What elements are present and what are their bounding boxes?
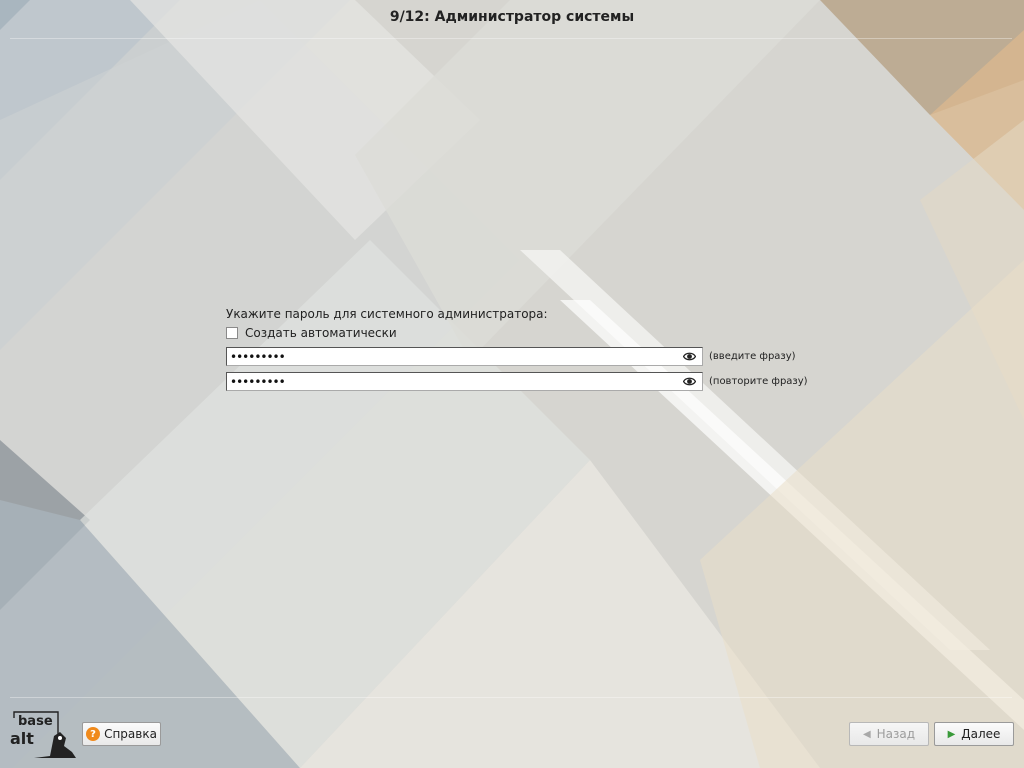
help-button-label: Справка bbox=[104, 727, 157, 741]
logo-text-alt: alt bbox=[10, 729, 34, 748]
password-hint: (введите фразу) bbox=[709, 351, 796, 362]
confirm-password-value: ••••••••• bbox=[230, 374, 286, 389]
page-title: 9/12: Администратор системы bbox=[389, 9, 635, 25]
eye-icon[interactable] bbox=[683, 351, 696, 362]
password-row: ••••••••• (введите фразу) bbox=[226, 347, 796, 366]
eye-icon[interactable] bbox=[683, 376, 696, 387]
help-icon: ? bbox=[86, 727, 101, 741]
next-button-label: Далее bbox=[961, 727, 1001, 741]
password-value: ••••••••• bbox=[230, 349, 286, 364]
auto-generate-checkbox[interactable] bbox=[226, 327, 238, 339]
confirm-password-hint: (повторите фразу) bbox=[709, 376, 808, 387]
logo-text-base: base bbox=[18, 714, 53, 729]
confirm-password-input[interactable]: ••••••••• bbox=[226, 372, 703, 391]
back-button-label: Назад bbox=[876, 727, 916, 741]
installer-screen: 9/12: Администратор системы Укажите паро… bbox=[0, 0, 1024, 768]
content-frame bbox=[10, 38, 1012, 698]
password-input[interactable]: ••••••••• bbox=[226, 347, 703, 366]
confirm-password-row: ••••••••• (повторите фразу) bbox=[226, 372, 808, 391]
chevron-right-icon: ▶ bbox=[947, 728, 956, 740]
next-button[interactable]: ▶ Далее bbox=[934, 722, 1014, 746]
chevron-left-icon: ◀ bbox=[862, 728, 871, 740]
basealt-logo: base alt bbox=[10, 711, 76, 758]
password-prompt-label: Укажите пароль для системного администра… bbox=[226, 307, 548, 321]
back-button[interactable]: ◀ Назад bbox=[849, 722, 929, 746]
help-button[interactable]: ? Справка bbox=[82, 722, 161, 746]
auto-generate-row: Создать автоматически bbox=[226, 326, 397, 340]
auto-generate-label[interactable]: Создать автоматически bbox=[245, 326, 397, 340]
